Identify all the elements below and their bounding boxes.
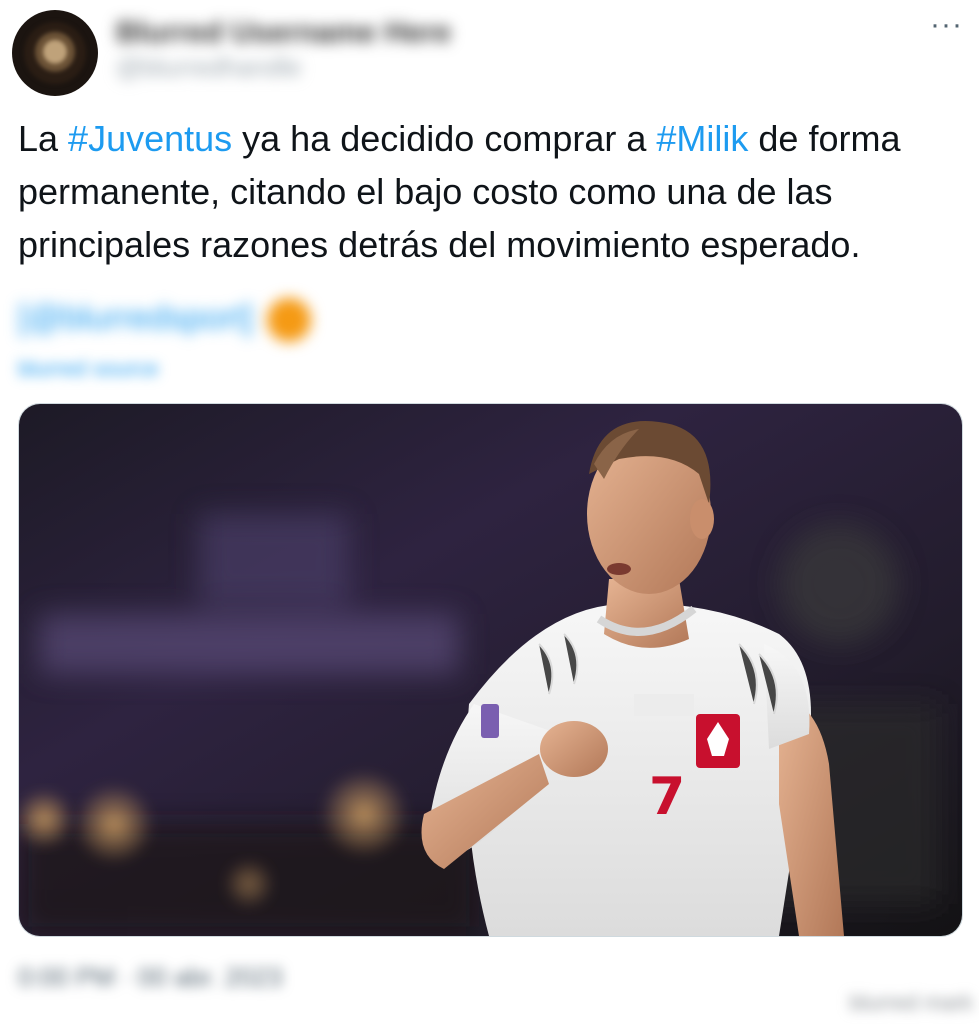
tweet-timestamp[interactable]: 0:00 PM · 00 abr. 2023 xyxy=(18,962,283,993)
orange-circle-emoji-icon xyxy=(266,298,311,342)
source-subtext[interactable]: blurred source xyxy=(18,356,159,382)
tweet-text: La #Juventus ya ha decidido comprar a #M… xyxy=(18,112,968,271)
tweet-media-photo[interactable]: 7 xyxy=(18,403,963,937)
more-options-button[interactable]: ··· xyxy=(930,8,963,42)
avatar[interactable] xyxy=(12,10,98,96)
player-photo: 7 xyxy=(19,404,962,936)
hashtag-juventus-link[interactable]: #Juventus xyxy=(68,118,232,159)
hashtag-milik-link[interactable]: #Milik xyxy=(656,118,748,159)
author-handle[interactable]: @blurredhandle xyxy=(116,52,301,83)
author-display-name[interactable]: Blurred Username Here xyxy=(116,16,451,50)
tweet-text-segment: ya ha decidido comprar a xyxy=(232,118,657,159)
tweet-text-segment: La xyxy=(18,118,69,159)
jersey-number: 7 xyxy=(649,767,685,827)
watermark: blurred mark xyxy=(849,990,973,1015)
source-mention-link[interactable]: [@blurredsport] xyxy=(18,298,311,342)
source-mention-label[interactable]: [@blurredsport] xyxy=(18,299,253,337)
tweet-card: Blurred Username Here @blurredhandle ···… xyxy=(0,0,979,1024)
